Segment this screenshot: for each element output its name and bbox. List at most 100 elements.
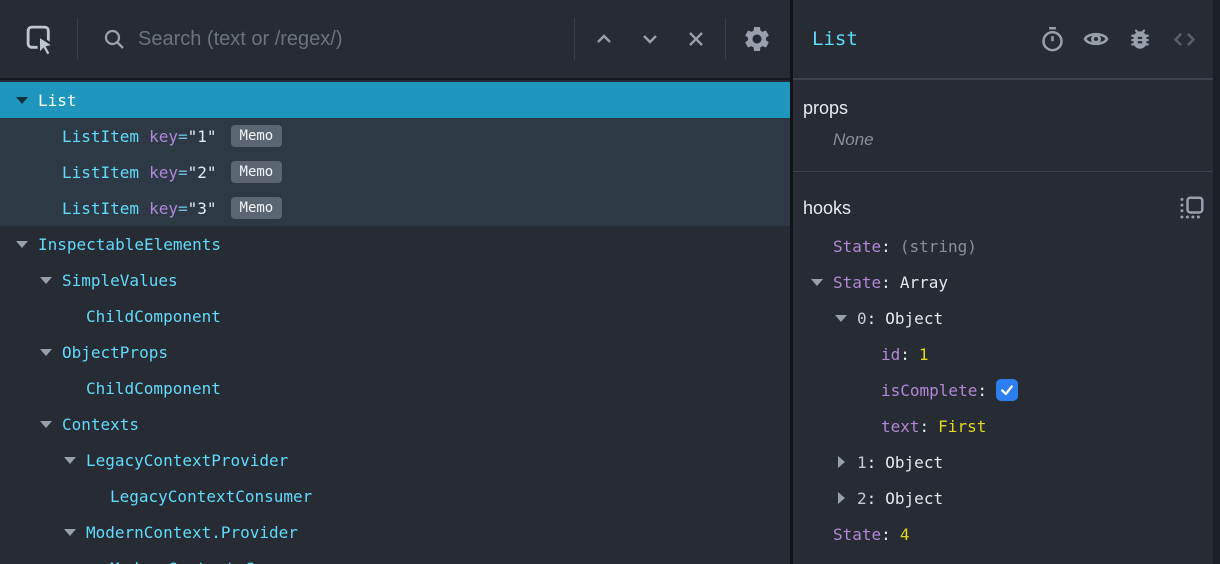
bug-icon [1127, 26, 1153, 52]
component-tree: List ListItem key="1" Memo ListItem key="2" Me… [0, 80, 790, 564]
tree-row-moderncontext-consumer[interactable]: ModernContext.Consumer [0, 550, 790, 564]
memo-badge: Memo [230, 124, 283, 148]
inspected-element-pane: List props None hooks State: (string) S… [793, 0, 1220, 564]
expand-arrow-icon[interactable] [833, 310, 849, 326]
expand-arrow-icon[interactable] [62, 452, 78, 468]
hook-name: isComplete [881, 380, 978, 400]
hook-value: 1 [918, 344, 929, 364]
hook-row-2[interactable]: 2: Object [793, 480, 1220, 516]
hooks-tree: State: (string) State: Array 0: Object id:1 isC… [793, 228, 1220, 564]
inspect-dom-button[interactable] [1074, 17, 1118, 61]
tree-row-childcomponent[interactable]: ChildComponent [0, 298, 790, 334]
tree-row-listitem[interactable]: ListItem key="2" Memo [0, 154, 790, 190]
hook-row-state[interactable]: State:4 [793, 516, 1220, 552]
component-name: InspectableElements [38, 234, 222, 254]
component-name: List [38, 90, 77, 110]
inspect-element-button[interactable] [20, 19, 60, 59]
tree-row-legacycontextprovider[interactable]: LegacyContextProvider [0, 442, 790, 478]
attribute-name: key [149, 162, 178, 182]
vertical-scrollbar[interactable] [1213, 0, 1220, 564]
clear-search-button[interactable] [673, 16, 719, 62]
hook-row-1[interactable]: 1: Object [793, 444, 1220, 480]
tree-row-inspectableelements[interactable]: InspectableElements [0, 226, 790, 262]
key-attribute: key="3" [149, 199, 216, 218]
props-section: props None [793, 80, 1220, 172]
search-input[interactable] [138, 27, 574, 51]
hook-row-iscomplete[interactable]: isComplete: [793, 372, 1220, 408]
view-source-button[interactable] [1162, 17, 1206, 61]
chevron-up-icon [592, 27, 616, 51]
toolbar-divider [574, 18, 575, 60]
component-name: ObjectProps [62, 342, 168, 362]
tree-toolbar [0, 0, 790, 80]
profiler-button[interactable] [1030, 17, 1074, 61]
expand-arrow-icon[interactable] [38, 272, 54, 288]
hook-colon: : [881, 272, 891, 292]
component-name: ChildComponent [86, 378, 221, 398]
hook-name: 0 [857, 308, 867, 328]
tree-row-contexts[interactable]: Contexts [0, 406, 790, 442]
hook-value: Object [885, 308, 944, 328]
hook-row-callback[interactable]: Callback: f () [793, 552, 1220, 564]
hook-colon: : [866, 308, 877, 328]
attribute-value: "2" [187, 162, 217, 182]
log-to-console-button[interactable] [1118, 17, 1162, 61]
tree-row-simplevalues[interactable]: SimpleValues [0, 262, 790, 298]
settings-button[interactable] [734, 16, 780, 62]
tree-row-moderncontext-provider[interactable]: ModernContext.Provider [0, 514, 790, 550]
expand-arrow-icon[interactable] [833, 490, 849, 506]
tree-row-listitem[interactable]: ListItem key="3" Memo [0, 190, 790, 226]
tree-row-objectprops[interactable]: ObjectProps [0, 334, 790, 370]
key-attribute: key="1" [149, 127, 216, 146]
hook-row-text[interactable]: text: First [793, 408, 1220, 444]
hook-row-state[interactable]: State: (string) [793, 228, 1220, 264]
previous-result-button[interactable] [581, 16, 627, 62]
inspect-element-icon [21, 20, 59, 58]
tree-row-legacycontextconsumer[interactable]: LegacyContextConsumer [0, 478, 790, 514]
attribute-name: key [149, 198, 178, 218]
stopwatch-icon [1039, 26, 1066, 53]
parse-hook-names-icon [1179, 195, 1204, 221]
expand-arrow-icon[interactable] [38, 416, 54, 432]
attribute-equals: = [177, 198, 188, 218]
expand-arrow-icon[interactable] [14, 92, 30, 108]
attribute-value: "3" [187, 198, 217, 218]
parse-hook-names-button[interactable] [1174, 191, 1208, 225]
hook-row-state[interactable]: State: Array [793, 264, 1220, 300]
tree-row-childcomponent[interactable]: ChildComponent [0, 370, 790, 406]
hook-name: State [833, 272, 882, 292]
next-result-button[interactable] [627, 16, 673, 62]
tree-row-listitem[interactable]: ListItem key="1" Memo [0, 118, 790, 154]
expand-arrow-icon[interactable] [833, 454, 849, 470]
hook-colon: : [910, 561, 920, 564]
component-name: ModernContext.Consumer [110, 559, 322, 564]
attribute-equals: = [177, 126, 188, 146]
expand-arrow-icon[interactable] [38, 344, 54, 360]
hook-colon: : [881, 236, 891, 256]
search-nav [574, 16, 790, 62]
hook-colon: : [977, 380, 987, 400]
toolbar-divider [725, 18, 726, 60]
hook-row-0[interactable]: 0: Object [793, 300, 1220, 336]
hook-row-id[interactable]: id:1 [793, 336, 1220, 372]
expand-arrow-icon[interactable] [14, 236, 30, 252]
inspected-element-header: List [793, 0, 1220, 80]
hook-value: Object [885, 488, 944, 508]
hook-colon: : [900, 344, 910, 364]
component-name: ModernContext.Provider [86, 522, 298, 542]
close-icon [684, 27, 708, 51]
hook-name: 2 [857, 488, 867, 508]
hook-name: id [881, 344, 901, 364]
expand-arrow-icon[interactable] [62, 524, 78, 540]
expand-arrow-icon[interactable] [809, 274, 825, 290]
tree-row-list[interactable]: List [0, 82, 790, 118]
checkbox-checked[interactable] [995, 379, 1018, 401]
